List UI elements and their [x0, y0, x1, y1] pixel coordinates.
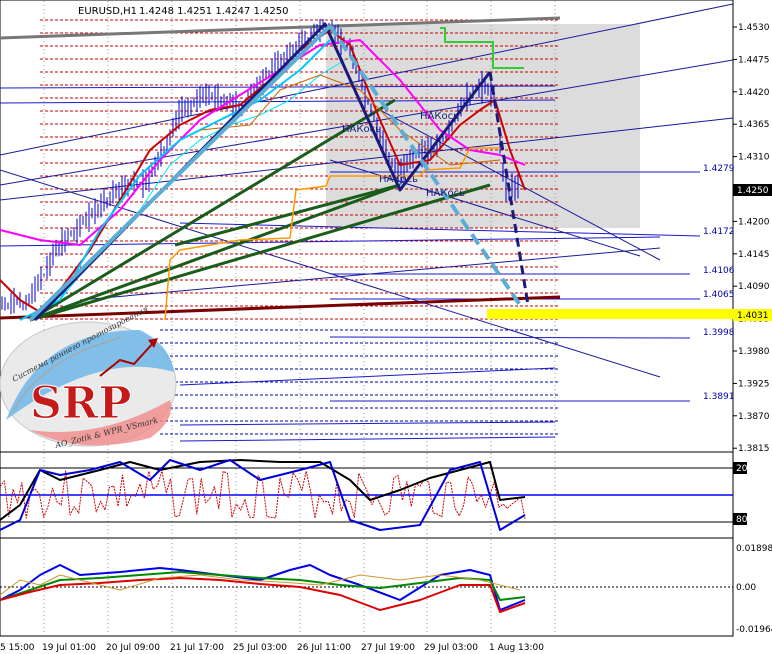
sub2-top: 0.01898: [736, 544, 772, 554]
highlight-band: [487, 309, 733, 319]
price-tick-label: 1.4475: [738, 55, 770, 65]
price-tick-label: 1.4310: [738, 153, 770, 163]
time-label: 21 Jul 17:00: [170, 643, 224, 653]
current-price: 1.4250: [737, 186, 769, 196]
price-tick-label: 1.4420: [738, 88, 770, 98]
sub1-bottom: 80: [736, 515, 748, 525]
nakos-label: НАКось: [420, 111, 459, 122]
chart-header-quote: 1.4248 1.4251 1.4247 1.4250: [139, 6, 289, 17]
nakos-label: НАКось: [426, 188, 465, 199]
time-label: 1 Aug 13:00: [489, 643, 544, 653]
price-tick-label: 1.3870: [738, 412, 770, 422]
time-label: 26 Jul 11:00: [297, 643, 351, 653]
price-tick-label: 1.3980: [738, 347, 770, 357]
price-tick-label: 1.4200: [738, 217, 770, 227]
price-tick-label: 1.3925: [738, 379, 770, 389]
price-tick-label: 1.3815: [738, 444, 770, 454]
time-label: 25 Jul 03:00: [233, 643, 287, 653]
chart-canvas[interactable]: EURUSD,H1 1.4248 1.4251 1.4247 1.4250 НА…: [0, 0, 772, 654]
level-label: 1.4279: [703, 164, 735, 174]
nakos-label: НАКось: [342, 124, 381, 135]
level-label: 1.4172: [703, 227, 735, 237]
time-axis: 5 15:00 19 Jul 01:00 20 Jul 09:00 21 Jul…: [0, 643, 544, 653]
nakos-label: НАКось: [379, 174, 418, 185]
sub2-mid: 0.00: [736, 583, 756, 593]
chart-header-symbol: EURUSD,H1: [78, 6, 137, 17]
sub2-bottom: -0.01964: [736, 625, 772, 635]
sub1-top: 20: [736, 464, 748, 474]
level-label: 1.4106: [703, 266, 735, 276]
price-tick-label: 1.4365: [738, 120, 770, 130]
price-tick-label: 1.4090: [738, 282, 770, 292]
price-tick-label: 1.4145: [738, 250, 770, 260]
level-label: 1.3998: [703, 328, 735, 338]
time-label: 20 Jul 09:00: [106, 643, 160, 653]
time-label: 5 15:00: [0, 643, 35, 653]
price-axis: 1.45301.44751.44201.43651.43101.42551.42…: [733, 23, 770, 454]
logo-letters: SRP: [30, 378, 131, 429]
time-label: 19 Jul 01:00: [42, 643, 96, 653]
time-label: 29 Jul 03:00: [424, 643, 478, 653]
level-label: 1.4065: [703, 290, 735, 300]
time-label: 27 Jul 19:00: [361, 643, 415, 653]
level-label: 1.3891: [703, 392, 735, 402]
highlight-price: 1.4031: [737, 311, 769, 321]
price-tick-label: 1.4530: [738, 23, 770, 33]
